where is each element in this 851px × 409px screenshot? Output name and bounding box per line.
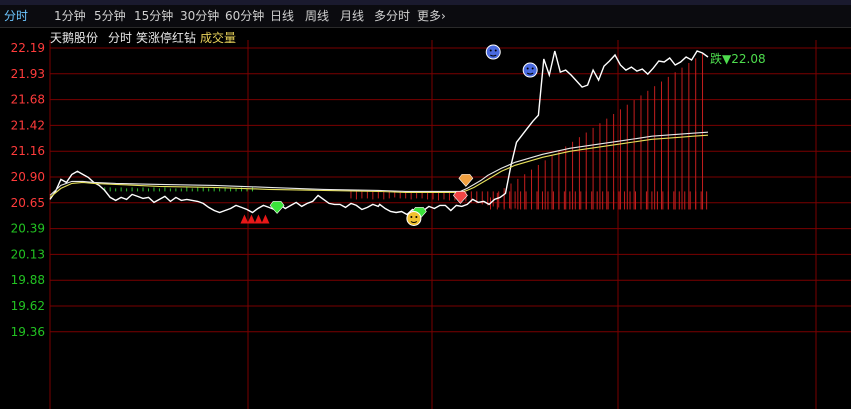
intraday-chart[interactable]: 22.19 21.93 21.68 21.42 21.16 20.90 20.65 20.39… [0,0,851,409]
face-icon [406,210,422,226]
gem-icon [453,191,468,204]
face-icon [485,44,501,60]
y-tick-label: 19.36 [11,325,45,339]
y-tick-label: 21.68 [11,93,45,107]
face-eye [526,67,529,70]
y-tick-label: 22.19 [11,41,45,55]
face-eye [494,49,497,52]
gem-icon [458,174,474,187]
blue-face-marker [485,44,501,60]
orange-gem-marker [458,174,474,187]
y-tick-label: 20.65 [11,196,45,210]
red-fan-marker [240,214,270,224]
gem-icon [269,201,285,214]
red-fan-icon [254,214,263,224]
y-tick-label: 20.90 [11,170,45,184]
y-tick-label: 21.42 [11,118,45,132]
red-gem-marker [453,191,468,204]
yellow-face-marker [406,210,422,226]
y-tick-label: 21.16 [11,144,45,158]
price-annotation: 跌▼22.08 [710,51,766,66]
face-eye [489,49,492,52]
red-fan-icon [247,214,256,224]
face-icon [522,62,538,78]
blue-face-marker [522,62,538,78]
face-eye [410,215,413,218]
red-fan-icon [261,214,270,224]
y-tick-label: 20.39 [11,222,45,236]
y-tick-label: 19.62 [11,299,45,313]
y-tick-label: 21.93 [11,67,45,81]
green-gem-marker [269,201,285,214]
face-eye [531,67,534,70]
face-eye [415,215,418,218]
red-fan-icon [240,214,249,224]
y-tick-label: 19.88 [11,273,45,287]
average-line-yellow [49,134,709,198]
y-tick-label: 20.13 [11,247,45,261]
